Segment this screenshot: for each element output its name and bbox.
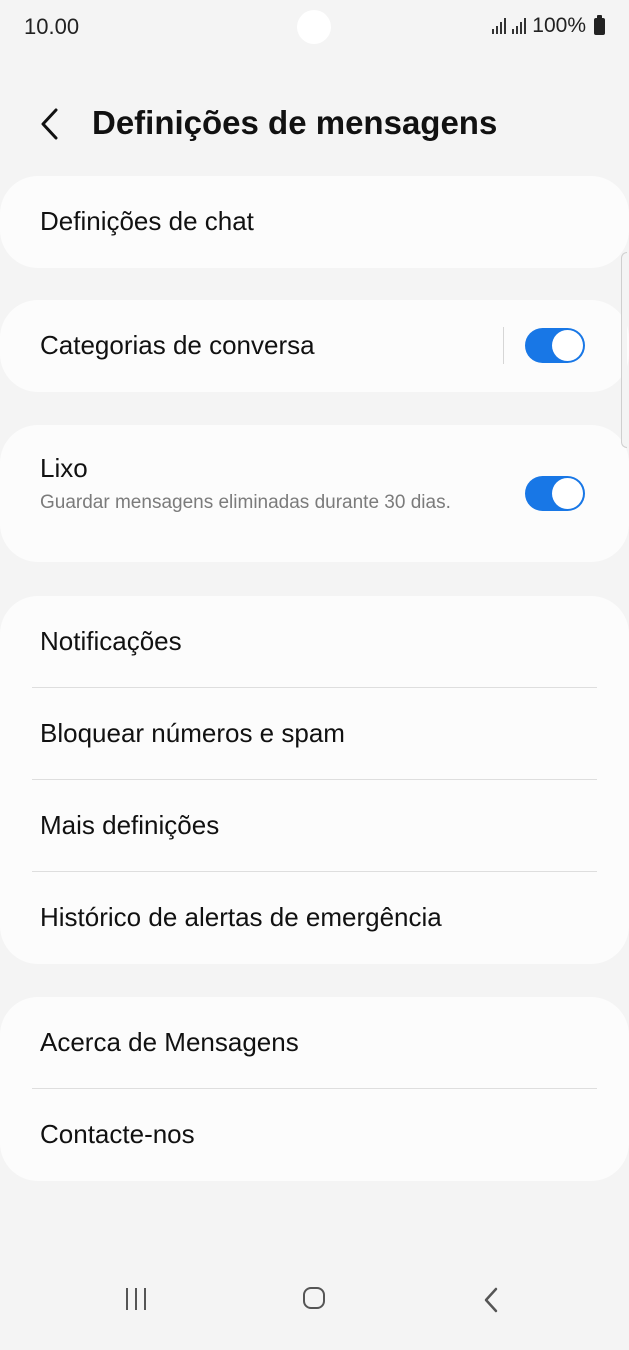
contact-us-label: Contacte-nos — [40, 1119, 195, 1149]
emergency-alerts-history-item[interactable]: Histórico de alertas de emergência — [0, 872, 629, 964]
conversation-categories-item[interactable]: Categorias de conversa — [0, 300, 629, 392]
contact-us-item[interactable]: Contacte-nos — [0, 1089, 629, 1181]
scrollbar[interactable] — [621, 252, 627, 448]
emergency-alerts-history-label: Histórico de alertas de emergência — [40, 902, 442, 932]
status-indicators: 100% — [492, 14, 605, 38]
home-icon[interactable] — [303, 1287, 325, 1309]
trash-toggle[interactable] — [525, 476, 585, 511]
toggle-knob — [552, 478, 583, 509]
about-messages-item[interactable]: Acerca de Mensagens — [0, 997, 629, 1089]
notifications-label: Notificações — [40, 626, 182, 656]
conversation-categories-label: Categorias de conversa — [40, 330, 315, 360]
card-chat-settings: Definições de chat — [0, 176, 629, 268]
card-about: Acerca de Mensagens Contacte-nos — [0, 997, 629, 1181]
chat-settings-label: Definições de chat — [40, 206, 254, 236]
more-settings-item[interactable]: Mais definições — [0, 780, 629, 872]
about-messages-label: Acerca de Mensagens — [40, 1027, 299, 1057]
card-conversation-categories: Categorias de conversa — [0, 300, 629, 392]
battery-level: 100% — [532, 14, 586, 37]
recents-icon[interactable] — [126, 1288, 146, 1310]
card-trash: Lixo Guardar mensagens eliminadas durant… — [0, 425, 629, 562]
status-bar: 10.00 100% — [0, 0, 629, 54]
trash-subtitle: Guardar mensagens eliminadas durante 30 … — [40, 492, 451, 513]
conversation-categories-toggle[interactable] — [525, 328, 585, 363]
camera-cutout — [297, 10, 331, 44]
back-chevron-icon[interactable] — [36, 106, 66, 142]
block-numbers-spam-label: Bloquear números e spam — [40, 718, 345, 748]
back-icon[interactable] — [482, 1286, 500, 1314]
toggle-knob — [552, 330, 583, 361]
header: Definições de mensagens — [0, 92, 629, 156]
more-settings-label: Mais definições — [40, 810, 220, 840]
status-time: 10.00 — [24, 14, 80, 39]
notifications-item[interactable]: Notificações — [0, 596, 629, 688]
vertical-divider — [503, 327, 504, 364]
page-title: Definições de mensagens — [92, 104, 498, 141]
navigation-bar — [0, 1260, 629, 1350]
trash-item[interactable]: Lixo Guardar mensagens eliminadas durant… — [0, 425, 629, 562]
chat-settings-item[interactable]: Definições de chat — [0, 176, 629, 268]
trash-title: Lixo — [40, 453, 88, 483]
signal-icon — [492, 18, 507, 34]
block-numbers-spam-item[interactable]: Bloquear números e spam — [0, 688, 629, 780]
card-main-settings: Notificações Bloquear números e spam Mai… — [0, 596, 629, 964]
signal-icon — [512, 18, 527, 34]
battery-icon — [594, 14, 605, 35]
